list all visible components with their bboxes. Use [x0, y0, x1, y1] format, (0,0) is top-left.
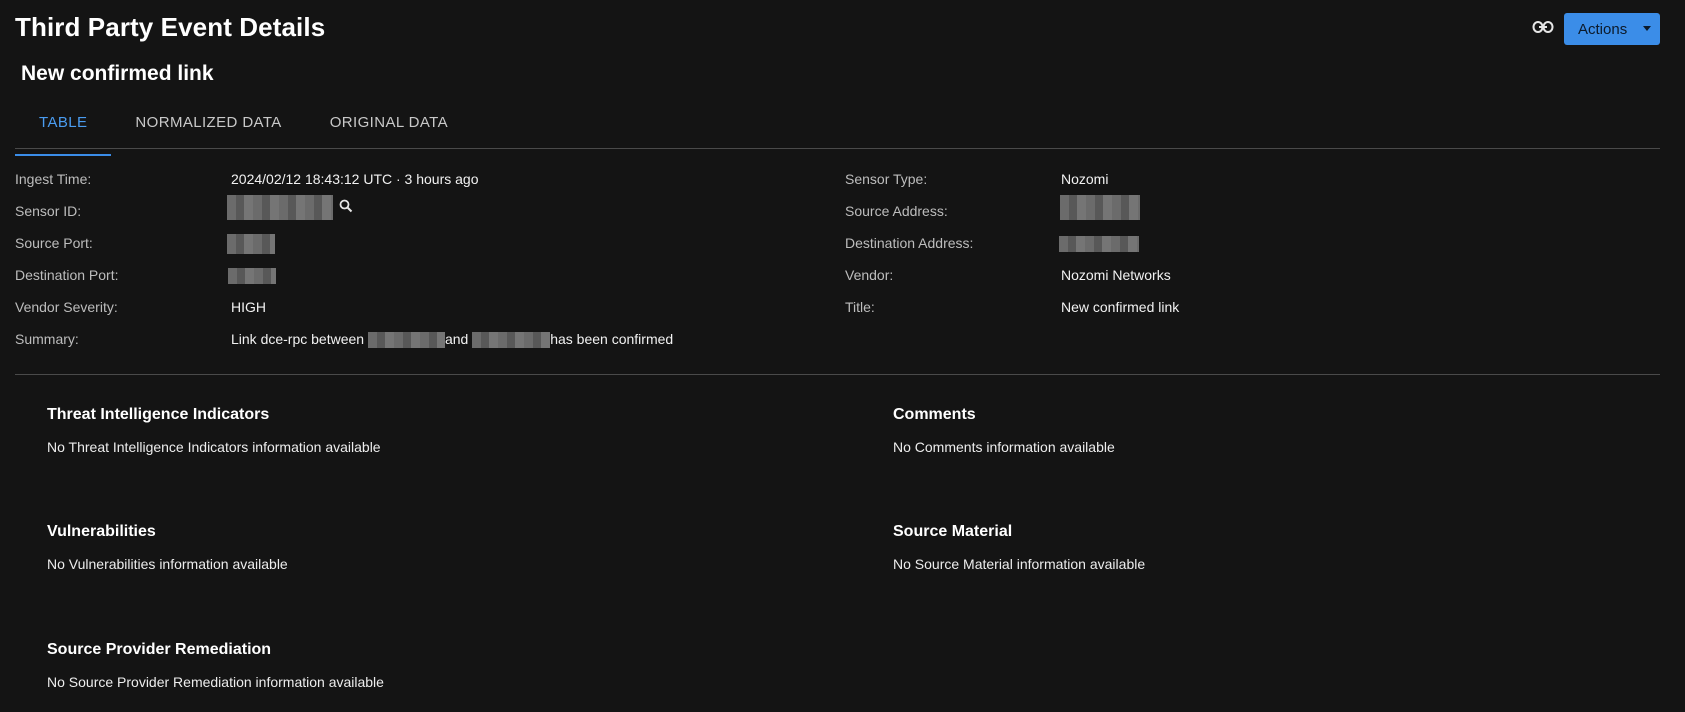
section-empty-message: No Source Provider Remediation informati… [47, 674, 384, 690]
event-title: New confirmed link [21, 62, 214, 85]
detail-row-vendor: Vendor: Nozomi Networks [845, 265, 1605, 285]
summary-middle: and [444, 331, 469, 347]
title-label: Title: [845, 299, 875, 315]
vendor-severity-label: Vendor Severity: [15, 299, 118, 315]
detail-row-destination-address: Destination Address: [845, 233, 1605, 253]
section-empty-message: No Comments information available [893, 439, 1115, 455]
vendor-label: Vendor: [845, 267, 894, 283]
title-value: New confirmed link [1061, 299, 1180, 315]
redacted-source-port [227, 234, 275, 255]
detail-row-source-address: Source Address: [845, 195, 1605, 221]
tab-normalized-data[interactable]: NORMALIZED DATA [111, 104, 305, 148]
page: Third Party Event Details Actions New co… [0, 0, 1685, 712]
detail-row-ingest-time: Ingest Time: 2024/02/12 18:43:12 UTC · 3… [15, 169, 775, 189]
detail-row-source-port: Source Port: [15, 233, 775, 255]
section-comments: Comments No Comments information availab… [893, 406, 1593, 455]
redacted-source-address [1060, 195, 1140, 220]
summary-label: Summary: [15, 331, 79, 347]
source-port-label: Source Port: [15, 235, 93, 251]
sensor-type-label: Sensor Type: [845, 171, 928, 187]
source-address-label: Source Address: [845, 203, 948, 219]
vendor-severity-value: HIGH [231, 299, 266, 315]
section-title: Threat Intelligence Indicators [47, 406, 270, 423]
section-title: Comments [893, 406, 976, 423]
detail-row-summary: Summary: Link dce-rpc between and has be… [15, 329, 775, 349]
destination-port-label: Destination Port: [15, 267, 119, 283]
section-empty-message: No Vulnerabilities information available [47, 556, 288, 572]
destination-address-label: Destination Address: [845, 235, 974, 251]
ingest-time-value: 2024/02/12 18:43:12 UTC · 3 hours ago [231, 171, 479, 187]
redacted-address-2 [472, 332, 551, 349]
redacted-destination-port [228, 268, 276, 285]
section-title: Source Provider Remediation [47, 641, 272, 658]
sensor-id-label: Sensor ID: [15, 203, 82, 219]
section-source-provider-remediation: Source Provider Remediation No Source Pr… [47, 641, 747, 690]
section-source-material: Source Material No Source Material infor… [893, 523, 1593, 572]
vendor-value: Nozomi Networks [1061, 267, 1171, 283]
redacted-destination-address [1059, 236, 1139, 253]
sensor-type-value: Nozomi [1061, 171, 1109, 187]
destination-address-value [1059, 233, 1139, 253]
page-title: Third Party Event Details [15, 12, 326, 42]
summary-value: Link dce-rpc between and has been confir… [231, 329, 673, 349]
detail-row-vendor-severity: Vendor Severity: HIGH [15, 297, 775, 317]
ingest-time-label: Ingest Time: [15, 171, 92, 187]
section-empty-message: No Source Material information available [893, 556, 1146, 572]
sensor-id-value [227, 195, 353, 220]
copy-link-button[interactable] [1529, 16, 1557, 42]
source-address-value [1060, 195, 1140, 220]
tab-table[interactable]: TABLE [15, 104, 112, 156]
section-threat-intelligence: Threat Intelligence Indicators No Threat… [47, 406, 747, 455]
summary-suffix: has been confirmed [550, 331, 674, 347]
search-icon[interactable] [339, 198, 353, 218]
detail-row-sensor-type: Sensor Type: Nozomi [845, 169, 1605, 189]
actions-label: Actions [1578, 20, 1628, 38]
section-empty-message: No Threat Intelligence Indicators inform… [47, 439, 381, 455]
source-port-value [227, 233, 275, 255]
section-vulnerabilities: Vulnerabilities No Vulnerabilities infor… [47, 523, 747, 572]
detail-row-destination-port: Destination Port: [15, 265, 775, 285]
detail-row-title: Title: New confirmed link [845, 297, 1605, 317]
chevron-down-icon [1643, 26, 1651, 31]
redacted-sensor-id [227, 195, 333, 220]
details-table: Ingest Time: 2024/02/12 18:43:12 UTC · 3… [15, 149, 1660, 375]
tab-original-data[interactable]: ORIGINAL DATA [306, 104, 472, 148]
redacted-address-1 [367, 332, 445, 349]
link-icon [1532, 20, 1554, 39]
section-title: Vulnerabilities [47, 523, 156, 540]
destination-port-value [228, 265, 276, 285]
summary-prefix: Link dce-rpc between [231, 331, 365, 347]
detail-row-sensor-id: Sensor ID: [15, 195, 775, 221]
section-title: Source Material [893, 523, 1013, 540]
topbar: Third Party Event Details Actions [15, 0, 1670, 60]
tab-bar: TABLE NORMALIZED DATA ORIGINAL DATA [15, 104, 1660, 156]
actions-button[interactable]: Actions [1564, 13, 1660, 45]
